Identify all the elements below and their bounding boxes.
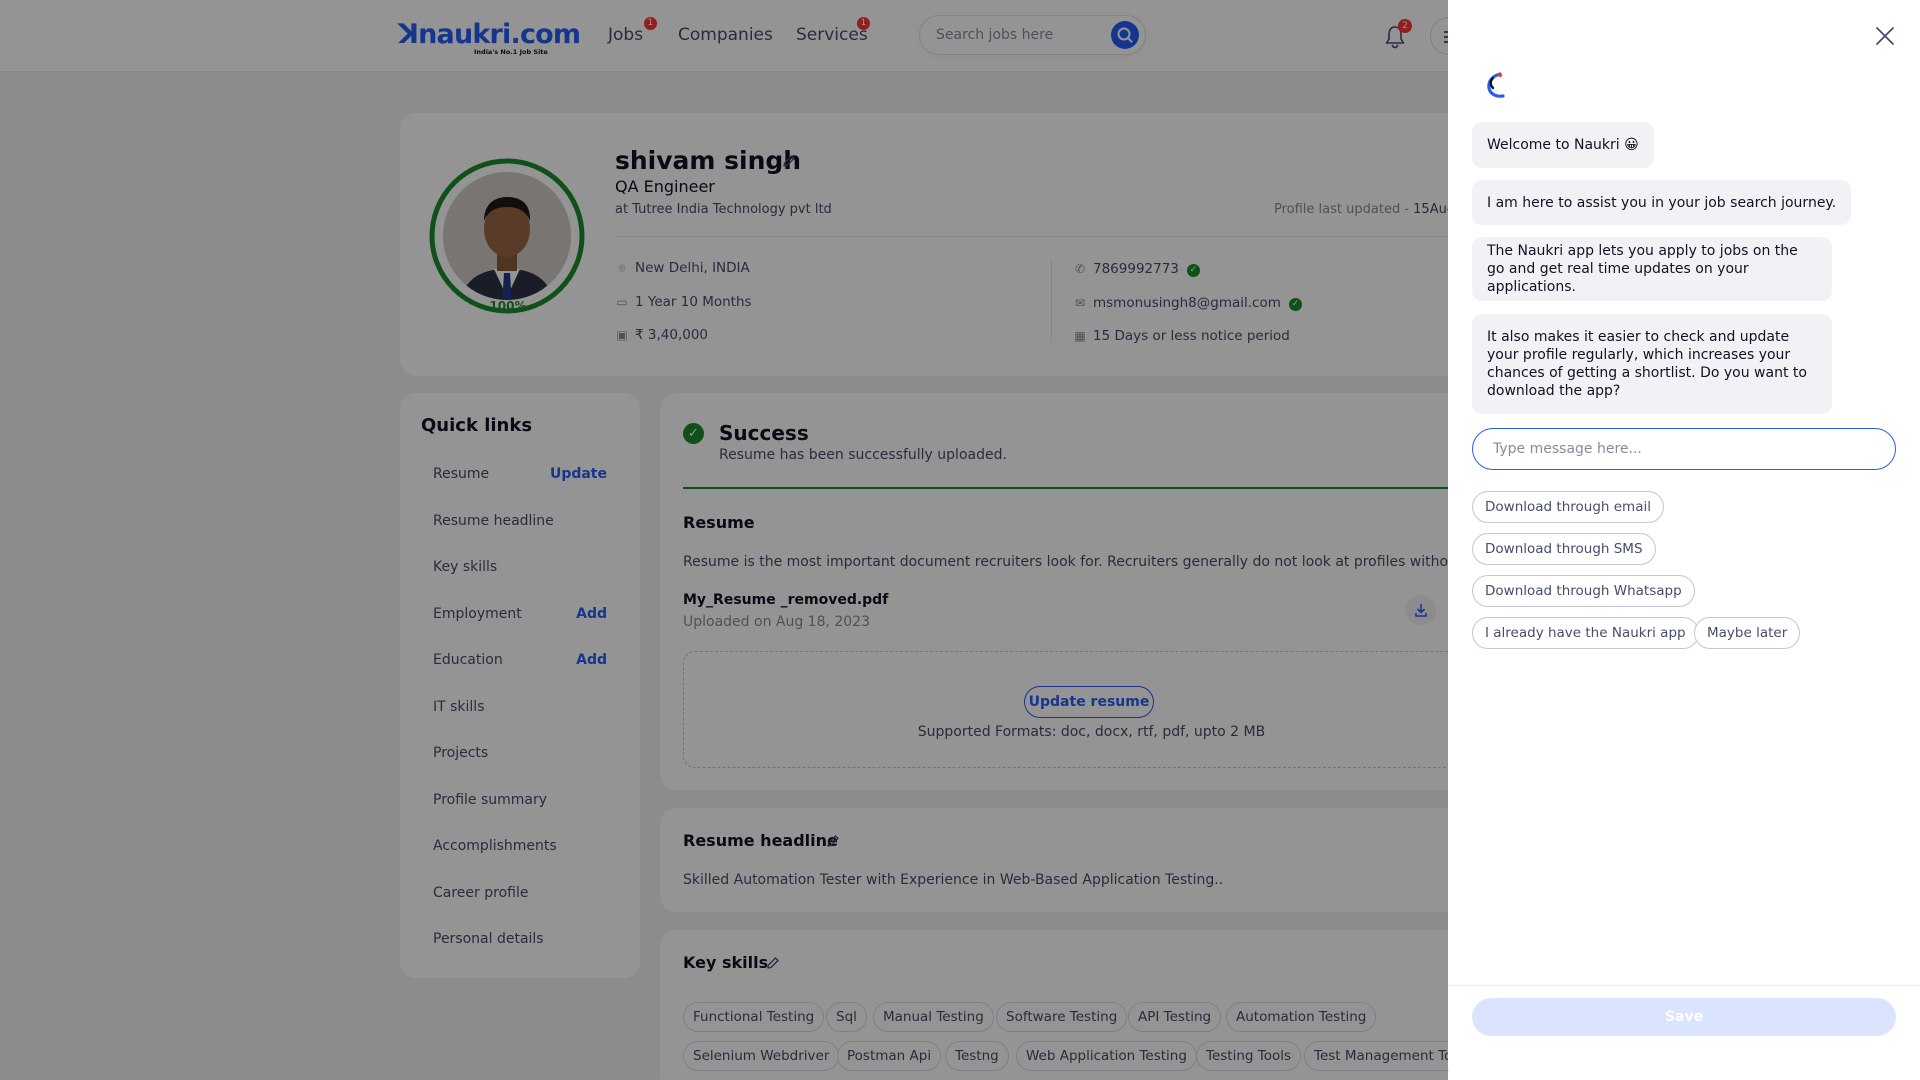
naukri-bot-logo-icon: [1487, 72, 1505, 98]
download-sms-option[interactable]: Download through SMS: [1472, 533, 1656, 565]
chat-message: The Naukri app lets you apply to jobs on…: [1472, 237, 1832, 301]
chat-message: I am here to assist you in your job sear…: [1472, 180, 1852, 225]
chat-message: It also makes it easier to check and upd…: [1472, 314, 1832, 414]
panel-footer-divider: [1448, 985, 1920, 986]
chat-message-input[interactable]: [1472, 428, 1896, 470]
modal-backdrop[interactable]: [0, 0, 1448, 1080]
download-whatsapp-option[interactable]: Download through Whatsapp: [1472, 575, 1695, 607]
chat-message: Welcome to Naukri 😀: [1472, 122, 1654, 168]
save-button[interactable]: Save: [1472, 998, 1896, 1036]
close-icon[interactable]: [1874, 25, 1896, 47]
maybe-later-option[interactable]: Maybe later: [1694, 617, 1801, 649]
already-have-app-option[interactable]: I already have the Naukri app: [1472, 617, 1699, 649]
download-email-option[interactable]: Download through email: [1472, 491, 1664, 523]
